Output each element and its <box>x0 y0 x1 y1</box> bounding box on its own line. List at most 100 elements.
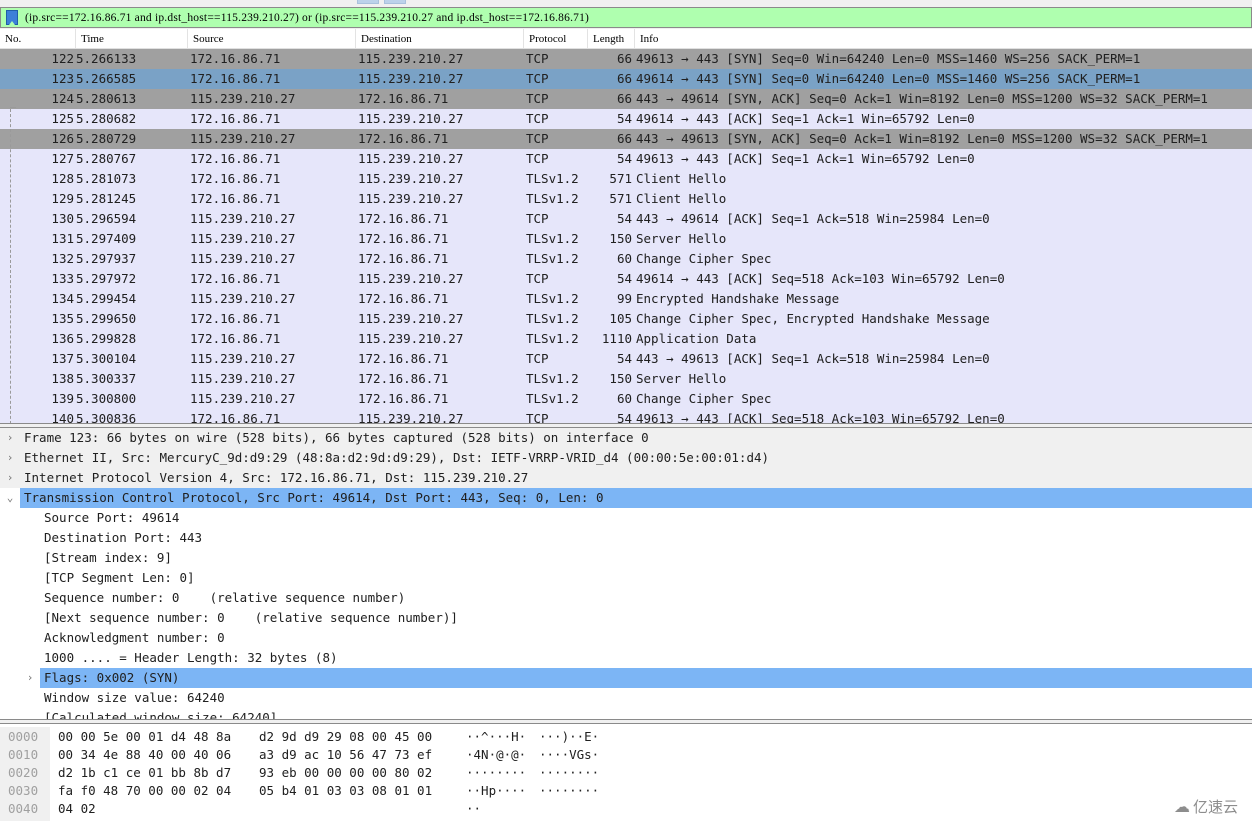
packet-cell-no: 128 <box>51 171 74 186</box>
toolbar-tab[interactable] <box>384 0 406 4</box>
column-header-info[interactable]: Info <box>635 29 1252 48</box>
packet-cell-info: 443 → 49613 [ACK] Seq=1 Ack=518 Win=2598… <box>636 351 990 366</box>
packet-cell-info: 49613 → 443 [ACK] Seq=1 Ack=1 Win=65792 … <box>636 151 975 166</box>
detail-tree-item[interactable]: › Ethernet II, Src: MercuryC_9d:d9:29 (48… <box>0 448 1252 468</box>
packet-cell-no: 136 <box>51 331 74 346</box>
detail-tree-item[interactable]: [Next sequence number: 0 (relative seque… <box>0 608 1252 628</box>
detail-tree-item[interactable]: Window size value: 64240 <box>0 688 1252 708</box>
detail-tree-item[interactable]: ⌄ Transmission Control Protocol, Src Port… <box>0 488 1252 508</box>
hex-bytes: 93 eb 00 00 00 00 80 02 <box>259 765 433 780</box>
detail-tree-item[interactable]: Destination Port: 443 <box>0 528 1252 548</box>
detail-tree-item[interactable]: [Calculated window size: 64240] <box>0 708 1252 720</box>
packet-cell-time: 5.281245 <box>76 191 137 206</box>
column-header-protocol[interactable]: Protocol <box>524 29 588 48</box>
detail-tree-item[interactable]: Acknowledgment number: 0 <box>0 628 1252 648</box>
chevron-right-icon[interactable]: › <box>3 428 17 448</box>
packet-cell-time: 5.299828 <box>76 331 137 346</box>
packet-cell-len: 571 <box>609 191 632 206</box>
packet-cell-src: 115.239.210.27 <box>190 231 296 246</box>
packet-row[interactable]: 138 5.300337 115.239.210.27 172.16.86.71 TLS… <box>0 369 1252 389</box>
packet-cell-dst: 172.16.86.71 <box>358 391 449 406</box>
top-strip <box>0 0 1252 6</box>
hex-row[interactable]: 0010 00 34 4e 88 40 00 40 06 a3 d9 ac 10 5… <box>0 746 700 764</box>
packet-cell-info: 443 → 49613 [SYN, ACK] Seq=0 Ack=1 Win=8… <box>636 131 1208 146</box>
bookmark-icon[interactable] <box>6 10 18 25</box>
hex-row[interactable]: 0000 00 00 5e 00 01 d4 48 8a d2 9d d9 29 0… <box>0 728 700 746</box>
detail-tree-item[interactable]: › Frame 123: 66 bytes on wire (528 bits),… <box>0 428 1252 448</box>
packet-row[interactable]: 122 5.266133 172.16.86.71 115.239.210.27 TCP… <box>0 49 1252 69</box>
packet-row[interactable]: 131 5.297409 115.239.210.27 172.16.86.71 TLS… <box>0 229 1252 249</box>
column-header-no[interactable]: No. <box>0 29 76 48</box>
packet-rows: 122 5.266133 172.16.86.71 115.239.210.27 TCP… <box>0 49 1252 423</box>
packet-cell-info: Change Cipher Spec, Encrypted Handshake … <box>636 311 990 326</box>
packet-cell-info: Change Cipher Spec <box>636 391 772 406</box>
detail-text: Flags: 0x002 (SYN) <box>44 670 180 685</box>
detail-tree-item[interactable]: Sequence number: 0 (relative sequence nu… <box>0 588 1252 608</box>
hex-bytes: 05 b4 01 03 03 08 01 01 <box>259 783 433 798</box>
packet-cell-no: 139 <box>51 391 74 406</box>
packet-cell-src: 115.239.210.27 <box>190 91 296 106</box>
hex-bytes: 00 34 4e 88 40 00 40 06 <box>58 747 232 762</box>
packet-cell-info: Server Hello <box>636 371 727 386</box>
detail-tree-item[interactable]: Source Port: 49614 <box>0 508 1252 528</box>
column-header-length[interactable]: Length <box>588 29 635 48</box>
packet-cell-info: 49614 → 443 [ACK] Seq=1 Ack=1 Win=65792 … <box>636 111 975 126</box>
packet-cell-dst: 172.16.86.71 <box>358 131 449 146</box>
column-header-time[interactable]: Time <box>76 29 188 48</box>
column-header-source[interactable]: Source <box>188 29 356 48</box>
packet-row[interactable]: 129 5.281245 172.16.86.71 115.239.210.27 TLS… <box>0 189 1252 209</box>
detail-tree-item[interactable]: › Internet Protocol Version 4, Src: 172.1… <box>0 468 1252 488</box>
column-header-destination[interactable]: Destination <box>356 29 524 48</box>
packet-cell-proto: TLSv1.2 <box>526 231 579 246</box>
packet-cell-dst: 172.16.86.71 <box>358 351 449 366</box>
packet-row[interactable]: 128 5.281073 172.16.86.71 115.239.210.27 TLS… <box>0 169 1252 189</box>
hex-bytes: 00 00 5e 00 01 d4 48 8a <box>58 729 232 744</box>
packet-row[interactable]: 125 5.280682 172.16.86.71 115.239.210.27 TCP… <box>0 109 1252 129</box>
packet-row[interactable]: 139 5.300800 115.239.210.27 172.16.86.71 TLS… <box>0 389 1252 409</box>
chevron-right-icon[interactable]: › <box>3 468 17 488</box>
packet-row[interactable]: 140 5.300836 172.16.86.71 115.239.210.27 TCP… <box>0 409 1252 423</box>
packet-row[interactable]: 130 5.296594 115.239.210.27 172.16.86.71 TCP… <box>0 209 1252 229</box>
packet-row[interactable]: 133 5.297972 172.16.86.71 115.239.210.27 TCP… <box>0 269 1252 289</box>
packet-cell-no: 132 <box>51 251 74 266</box>
packet-row[interactable]: 137 5.300104 115.239.210.27 172.16.86.71 TCP… <box>0 349 1252 369</box>
hex-row[interactable]: 0040 04 02 ·· <box>0 800 700 818</box>
chevron-right-icon[interactable]: › <box>23 668 37 688</box>
packet-cell-time: 5.281073 <box>76 171 137 186</box>
hex-bytes: fa f0 48 70 00 00 02 04 <box>58 783 232 798</box>
detail-text: [Calculated window size: 64240] <box>44 710 278 720</box>
packet-details-pane: › Frame 123: 66 bytes on wire (528 bits),… <box>0 427 1252 720</box>
ascii-dump: ····VGs· <box>539 747 600 762</box>
display-filter-bar <box>0 7 1252 28</box>
packet-row[interactable]: 132 5.297937 115.239.210.27 172.16.86.71 TLS… <box>0 249 1252 269</box>
packet-row[interactable]: 124 5.280613 115.239.210.27 172.16.86.71 TCP… <box>0 89 1252 109</box>
chevron-right-icon[interactable]: › <box>3 448 17 468</box>
packet-cell-src: 115.239.210.27 <box>190 211 296 226</box>
hex-row[interactable]: 0030 fa f0 48 70 00 00 02 04 05 b4 01 03 0… <box>0 782 700 800</box>
ascii-dump: ··Hp···· <box>466 783 527 798</box>
packet-cell-proto: TLSv1.2 <box>526 311 579 326</box>
packet-cell-proto: TCP <box>526 151 549 166</box>
display-filter-input[interactable] <box>25 8 1251 27</box>
packet-cell-time: 5.300800 <box>76 391 137 406</box>
detail-tree-item[interactable]: 1000 .... = Header Length: 32 bytes (8) <box>0 648 1252 668</box>
detail-tree-item[interactable]: [Stream index: 9] <box>0 548 1252 568</box>
packet-row[interactable]: 134 5.299454 115.239.210.27 172.16.86.71 TLS… <box>0 289 1252 309</box>
detail-tree-item[interactable]: [TCP Segment Len: 0] <box>0 568 1252 588</box>
hex-row[interactable]: 0020 d2 1b c1 ce 01 bb 8b d7 93 eb 00 00 0… <box>0 764 700 782</box>
packet-cell-info: Application Data <box>636 331 757 346</box>
ascii-dump: ········ <box>539 783 600 798</box>
packet-cell-dst: 115.239.210.27 <box>358 191 464 206</box>
packet-row[interactable]: 126 5.280729 115.239.210.27 172.16.86.71 TCP… <box>0 129 1252 149</box>
packet-row[interactable]: 135 5.299650 172.16.86.71 115.239.210.27 TLS… <box>0 309 1252 329</box>
packet-cell-len: 150 <box>609 371 632 386</box>
packet-row[interactable]: 127 5.280767 172.16.86.71 115.239.210.27 TCP… <box>0 149 1252 169</box>
packet-row[interactable]: 136 5.299828 172.16.86.71 115.239.210.27 TLS… <box>0 329 1252 349</box>
packet-cell-time: 5.299454 <box>76 291 137 306</box>
toolbar-tab[interactable] <box>357 0 379 4</box>
packet-cell-no: 125 <box>51 111 74 126</box>
packet-cell-dst: 172.16.86.71 <box>358 251 449 266</box>
detail-tree-item[interactable]: › Flags: 0x002 (SYN) <box>0 668 1252 688</box>
packet-row[interactable]: 123 5.266585 172.16.86.71 115.239.210.27 TCP… <box>0 69 1252 89</box>
chevron-down-icon[interactable]: ⌄ <box>3 488 17 508</box>
